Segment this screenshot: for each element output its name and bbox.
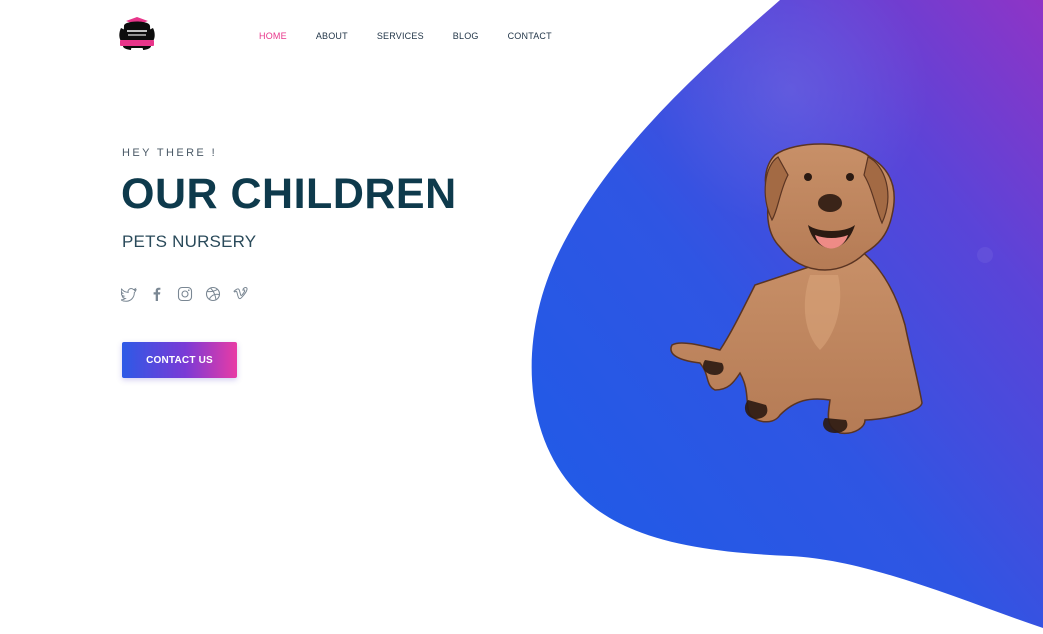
nav-about[interactable]: ABOUT: [316, 30, 348, 42]
nav-blog[interactable]: BLOG: [453, 30, 479, 42]
dribbble-icon[interactable]: [205, 286, 221, 302]
nav-services[interactable]: SERVICES: [377, 30, 424, 42]
nav-contact[interactable]: CONTACT: [508, 30, 552, 42]
hero-subtitle: PETS NURSERY: [122, 232, 257, 251]
hero-title: OUR CHILDREN: [121, 170, 457, 218]
social-links: [120, 286, 249, 302]
twitter-icon[interactable]: [120, 286, 137, 302]
site-logo[interactable]: [116, 16, 158, 58]
main-nav: HOME ABOUT SERVICES BLOG CONTACT: [259, 30, 581, 42]
vimeo-icon[interactable]: [233, 286, 249, 302]
nav-home[interactable]: HOME: [259, 30, 287, 42]
dog-illustration: [670, 143, 923, 435]
hero-greeting: HEY THERE !: [122, 147, 218, 159]
contact-us-button[interactable]: CONTACT US: [122, 342, 237, 378]
instagram-icon[interactable]: [177, 286, 193, 302]
facebook-icon[interactable]: [149, 286, 165, 302]
